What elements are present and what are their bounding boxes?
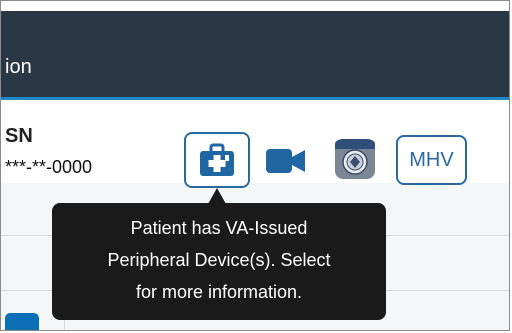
ssn-value: ***-**-0000 xyxy=(3,153,141,181)
app-header: ion xyxy=(1,11,509,97)
tooltip-line: for more information. xyxy=(135,282,303,302)
video-visit-button[interactable] xyxy=(263,139,309,183)
va-video-connect-button[interactable] xyxy=(331,135,379,183)
va-seal-app-icon xyxy=(335,139,375,179)
device-tooltip: Patient has VA-Issued Peripheral Device(… xyxy=(52,203,386,320)
medical-kit-icon xyxy=(200,143,234,176)
app-window: ion SN ***-**-0000 MHV Patient has VA-Is… xyxy=(0,0,510,331)
tooltip-line: Patient has VA-Issued xyxy=(130,218,308,238)
tooltip-line: Peripheral Device(s). Select xyxy=(107,250,331,270)
blue-tab-button[interactable] xyxy=(5,313,39,330)
tooltip-arrow xyxy=(208,188,226,204)
ssn-label: SN xyxy=(5,125,33,147)
peripheral-device-button[interactable] xyxy=(184,132,250,188)
header-divider xyxy=(1,97,509,100)
top-strip xyxy=(1,1,509,11)
video-camera-icon xyxy=(266,149,305,173)
header-title: ion xyxy=(5,56,32,78)
mhv-button[interactable]: MHV xyxy=(396,135,467,185)
